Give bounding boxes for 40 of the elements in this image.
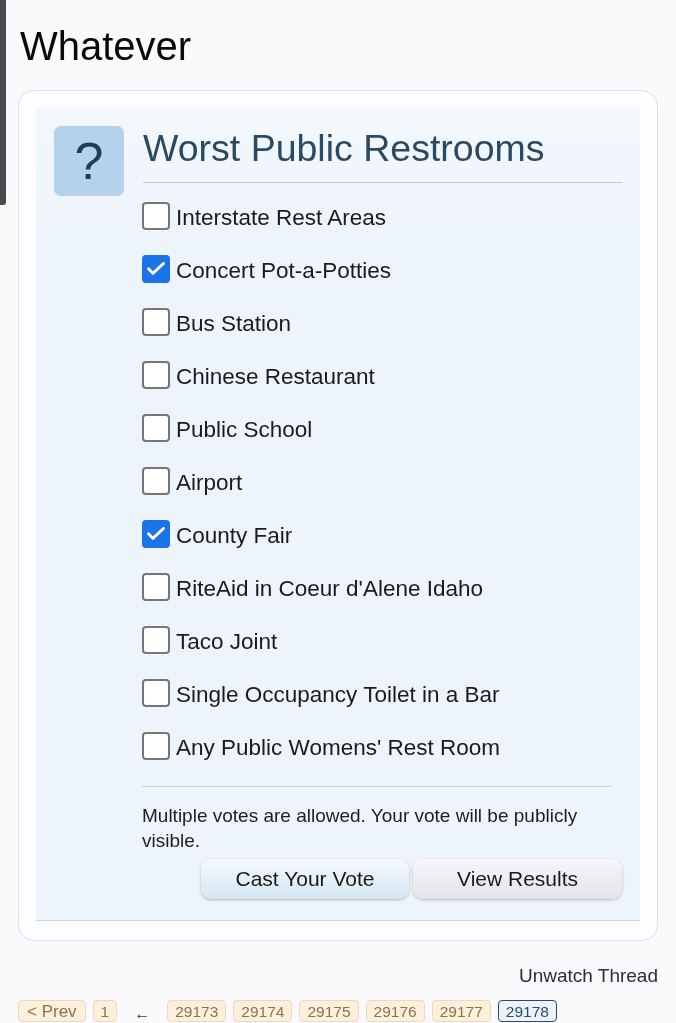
thread-title: Whatever — [19, 23, 192, 68]
page-gap-arrow: ← — [134, 1004, 151, 1023]
checkbox[interactable] — [142, 201, 170, 230]
check-icon — [147, 262, 165, 275]
checkbox[interactable] — [142, 413, 170, 442]
checkbox[interactable] — [142, 466, 170, 495]
page-button[interactable]: 29176 — [365, 1000, 425, 1022]
checkbox[interactable] — [142, 678, 170, 707]
page-button[interactable]: 29174 — [233, 1000, 293, 1022]
option-label[interactable]: Taco Joint — [176, 624, 278, 655]
checkbox[interactable] — [142, 307, 170, 336]
option-label[interactable]: RiteAid in Coeur d'Alene Idaho — [176, 571, 483, 602]
poll-title: Worst Public Restrooms — [143, 126, 622, 183]
option-label[interactable]: County Fair — [176, 518, 293, 549]
page-button[interactable]: 29175 — [299, 1000, 359, 1022]
page-button[interactable]: 29177 — [431, 1000, 491, 1022]
vote-note: Multiple votes are allowed. Your vote will be publicly visible. — [142, 786, 612, 853]
prev-page-button[interactable]: < Prev — [18, 1000, 86, 1022]
checkbox[interactable] — [142, 572, 170, 601]
option-label[interactable]: Airport — [176, 465, 243, 496]
view-results-button[interactable]: View Results — [413, 859, 622, 899]
option-label[interactable]: Bus Station — [176, 306, 292, 337]
option-label[interactable]: Any Public Womens' Rest Room — [176, 730, 500, 761]
option-label[interactable]: Chinese Restaurant — [176, 359, 375, 390]
option-label[interactable]: Public School — [176, 412, 313, 443]
page-button[interactable]: 29178 — [497, 1000, 557, 1022]
option-label[interactable]: Concert Pot-a-Potties — [176, 253, 392, 284]
checkbox[interactable] — [142, 254, 170, 283]
checkbox[interactable] — [142, 625, 170, 654]
check-icon — [147, 527, 165, 540]
unwatch-link[interactable]: Unwatch Thread — [518, 965, 658, 987]
checkbox[interactable] — [142, 519, 170, 548]
checkbox[interactable] — [142, 360, 170, 389]
checkbox[interactable] — [142, 731, 170, 760]
page-button[interactable]: 29173 — [167, 1000, 227, 1022]
page-button[interactable]: 1 — [92, 1000, 118, 1022]
cast-vote-button[interactable]: Cast Your Vote — [201, 859, 409, 899]
option-label[interactable]: Interstate Rest Areas — [176, 200, 387, 231]
option-label[interactable]: Single Occupancy Toilet in a Bar — [176, 677, 500, 708]
question-icon: ? — [54, 126, 124, 196]
